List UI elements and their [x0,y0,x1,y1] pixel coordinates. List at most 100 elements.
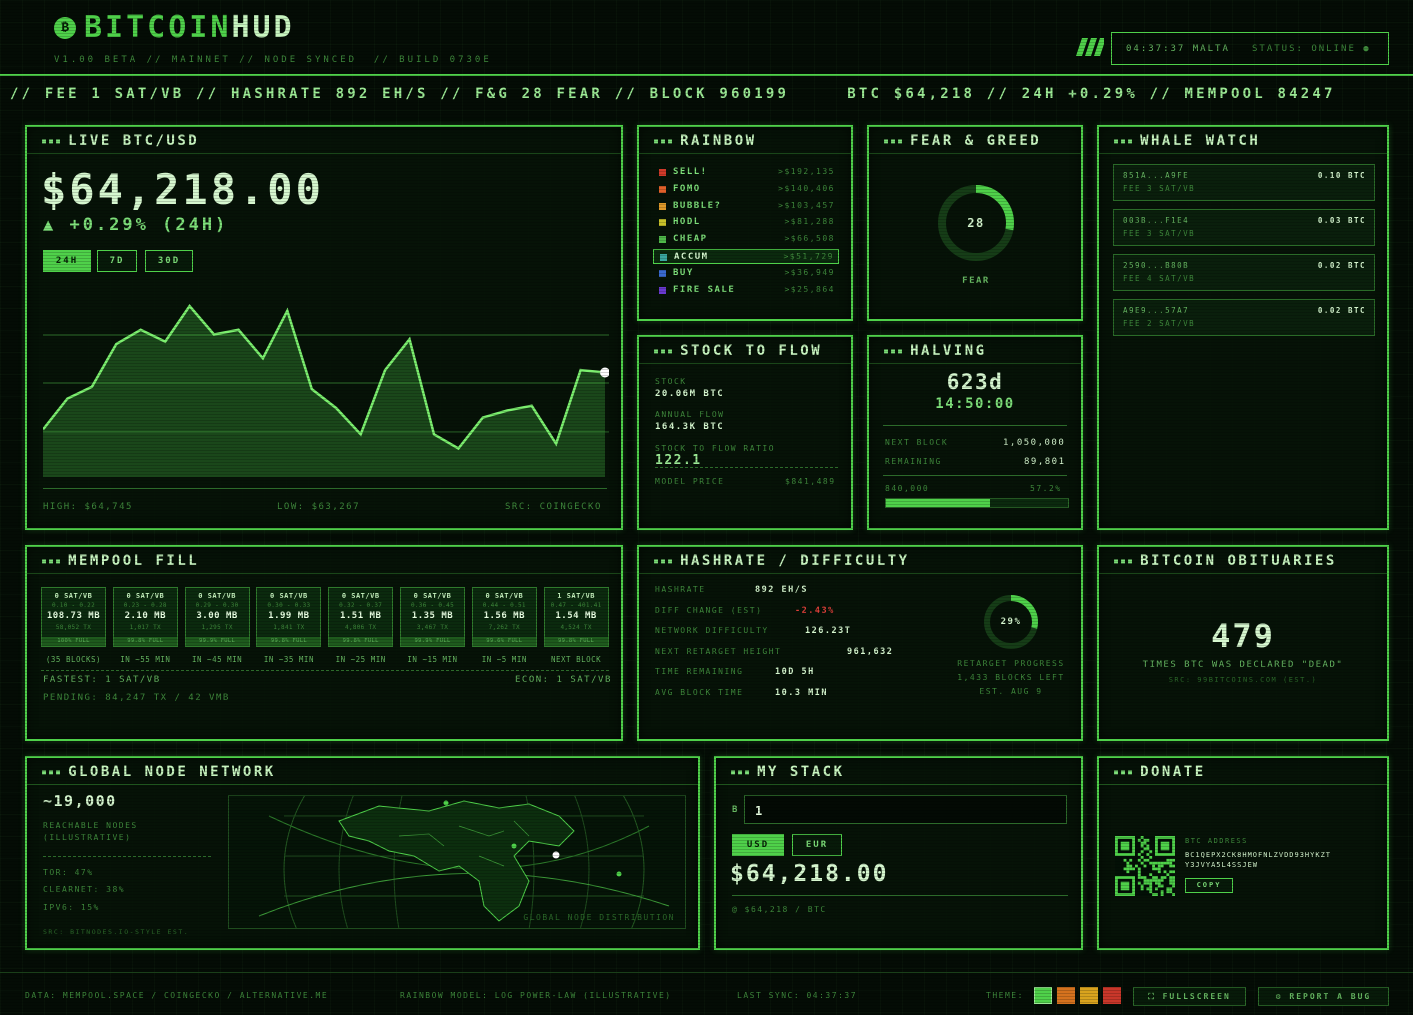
nodes-clearnet: CLEARNET: 38% [43,885,126,894]
rainbow-label: HODL [673,217,701,228]
mempool-block-range: 0.23 - 0.28 [123,602,167,609]
mempool-block-fee: 0 SAT/VB [413,592,452,600]
rainbow-swatch [659,269,666,277]
price-area [43,306,605,477]
mempool-pending: PENDING: 84,247 TX / 42 VMB [43,693,230,703]
footer-model: RAINBOW MODEL: LOG POWER-LAW (ILLUSTRATI… [400,991,672,1000]
mempool-block-tx: 58,052 TX [55,624,92,631]
rainbow-value: >$51,729 [783,252,834,261]
theme-red-swatch[interactable] [1103,987,1121,1004]
rainbow-label: CHEAP [673,234,708,245]
chart-high: HIGH: $64,745 [43,502,133,512]
donate-address-label: BTC ADDRESS [1185,837,1248,845]
nodes-source: SRC: BITNODES.IO-STYLE EST. [43,928,190,936]
live-title: ▪▪▪ LIVE BTC/USD [41,133,200,149]
range-7d-button[interactable]: 7D [97,250,137,272]
rainbow-swatch [660,254,667,261]
mempool-block-eta: IN ~5 MIN [481,655,527,664]
mempool-block-range: 0.30 - 0.33 [267,602,311,609]
rainbow-label: BUY [673,267,694,278]
halving-progress-left: 840,000 [885,484,930,493]
chart-source: SRC: COINGECKO [505,502,602,512]
whale-item: 2590...B80B FEE 4 SAT/VB 0.02 BTC [1113,254,1375,291]
rainbow-row: SELL! >$192,135 [653,165,839,180]
mempool-block: 0 SAT/VB 0.32 - 0.37 1.51 MB 4,806 TX 99.8% … [328,587,394,647]
stack-divider [732,895,1068,896]
rainbow-label: FOMO [673,183,701,194]
whale-title: ▪▪▪ WHALE WATCH [1113,133,1261,149]
mempool-block-size: 3.00 MB [196,611,238,621]
mempool-block-fee: 0 SAT/VB [485,592,524,600]
mempool-panel: ▪▪▪ MEMPOOL FILL 0 SAT/VB 0.10 - 0.22 108.7… [25,545,623,741]
currency-usd-button[interactable]: USD [732,834,784,856]
rainbow-value: >$36,949 [784,267,835,277]
hash-row-value: 10D 5H [775,667,815,677]
retarget-progress-label: RETARGET PROGRESS [957,659,1065,668]
rainbow-panel: ▪▪▪ RAINBOW SELL! >$192,135 FOMO >$140,406 BU… [637,125,853,321]
theme-label: THEME: [986,991,1024,1000]
obit-value: 479 [1211,617,1275,655]
live-price-panel: ▪▪▪ LIVE BTC/USD $64,218.00 ▲ +0.29% (24H… [25,125,623,530]
mempool-block-fee: 1 SAT/VB [557,592,595,600]
hash-row-value: 892 EH/S [755,585,808,595]
whale-amount: 0.03 BTC [1317,216,1366,225]
whale-title-text: WHALE WATCH [1140,133,1261,149]
halving-clock: 14:50:00 [935,396,1015,412]
mempool-block-fill: 99.8% FULL [544,637,608,646]
hash-row-label: TIME REMAINING [655,667,744,676]
retarget-blocks-left: 1,433 BLOCKS LEFT [957,673,1065,682]
whale-address: A9E9...57A7 [1123,306,1190,315]
hash-row-label: AVG BLOCK TIME [655,687,744,697]
range-30d-button[interactable]: 30D [145,250,193,272]
live-price: $64,218.00 [41,165,324,214]
hashrate-title: ▪▪▪ HASHRATE / DIFFICULTY [653,553,910,569]
s2f-ratio-value: 122.1 [655,453,702,468]
donate-panel: ▪▪▪ DONATE BTC ADDRESS BC1QEPX2CK8HMOFNLZ… [1097,756,1389,950]
theme-green-swatch[interactable] [1034,987,1052,1004]
mempool-block-fee: 0 SAT/VB [54,592,93,600]
mempool-block-size: 1.99 MB [268,611,310,621]
rainbow-row: BUBBLE? >$103,457 [653,199,839,214]
map-label: GLOBAL NODE DISTRIBUTION [523,913,675,922]
s2f-flow-label: ANNUAL FLOW [655,410,725,419]
stock-to-flow-panel: ▪▪▪ STOCK TO FLOW STOCK 20.06M BTC ANNUAL… [637,335,853,530]
hash-row-value: 126.23T [805,626,852,636]
theme-amber-swatch[interactable] [1080,987,1098,1004]
whale-fee: FEE 2 SAT/VB [1123,319,1196,328]
world-map: GLOBAL NODE DISTRIBUTION [228,795,686,929]
rainbow-value: >$140,406 [778,183,835,193]
mempool-block-fee: 0 SAT/VB [341,592,380,600]
my-stack-panel: ▪▪▪ MY STACK B 1 USD EUR $64,218.00 @ $64… [714,756,1083,950]
halving-panel: ▪▪▪ HALVING 623d 14:50:00 NEXT BLOCK 1,05… [867,335,1083,530]
status-label: STATUS: ONLINE ● [1252,44,1371,54]
mempool-block-fill: 99.9% FULL [401,637,464,646]
theme-orange-swatch[interactable] [1057,987,1075,1004]
nodes-divider [43,856,211,857]
s2f-model-label: MODEL PRICE [655,477,725,486]
rainbow-value: >$66,508 [784,234,835,244]
mempool-block-fee: 0 SAT/VB [198,592,236,600]
brand-title: BITCOINHUD [84,10,295,45]
stack-value: $64,218.00 [730,861,889,887]
donate-address-2: Y3JVYA5L4SSJEW [1185,861,1259,869]
rainbow-swatch [659,236,666,244]
rainbow-value: >$192,135 [778,167,835,176]
rainbow-value: >$81,288 [784,217,835,227]
halving-progress-fill [886,499,991,507]
mempool-block-tx: 1,017 TX [129,624,161,631]
bitcoin-logo-icon: ₿ [54,17,76,39]
whale-watch-panel: ▪▪▪ WHALE WATCH 851A...A9FE FEE 3 SAT/VB 0.… [1097,125,1389,530]
halving-days: 623d [946,370,1004,394]
fullscreen-button[interactable]: ⛶ FULLSCREEN [1133,987,1246,1006]
copy-address-button[interactable]: COPY [1185,878,1233,893]
whale-fee: FEE 4 SAT/VB [1123,274,1196,283]
stack-amount-input[interactable]: 1 [744,795,1067,824]
currency-eur-button[interactable]: EUR [792,834,842,856]
range-24h-button[interactable]: 24H [43,250,91,272]
halving-rem-value: 89,801 [1024,457,1066,467]
mempool-block: 0 SAT/VB 0.36 - 0.45 1.35 MB 3,467 TX 99.9% … [400,587,465,647]
mempool-block-fill: 99.8% FULL [257,637,321,646]
footer-sync: LAST SYNC: 04:37:37 [737,991,858,1000]
report-bug-button[interactable]: ⚙ REPORT A BUG [1258,987,1389,1006]
retarget-value: 29% [1000,617,1022,627]
